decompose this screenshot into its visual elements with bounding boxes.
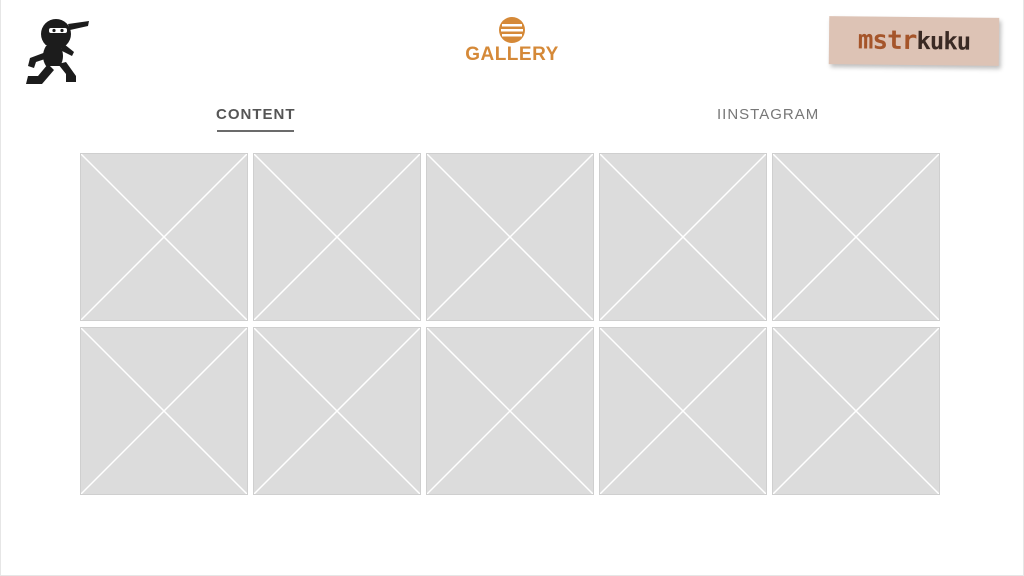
image-placeholder-icon: [600, 328, 766, 494]
gallery-logo[interactable]: GALLERY: [462, 16, 562, 68]
running-ninja-icon[interactable]: [16, 14, 92, 86]
gallery-tile[interactable]: [80, 153, 248, 321]
tab-content[interactable]: CONTENT: [216, 106, 296, 136]
image-placeholder-icon: [427, 154, 593, 320]
gallery-tile[interactable]: [426, 327, 594, 495]
striped-circle-icon: [499, 17, 525, 43]
tab-content-label: CONTENT: [216, 106, 296, 123]
gallery-tile[interactable]: [426, 153, 594, 321]
brand-logo[interactable]: mstr kuku: [828, 16, 1000, 66]
gallery-tile[interactable]: [253, 327, 421, 495]
image-placeholder-icon: [254, 154, 420, 320]
gallery-tile[interactable]: [80, 327, 248, 495]
tab-instagram[interactable]: IINSTAGRAM: [717, 106, 827, 136]
brand-text-part1: mstr: [857, 25, 917, 57]
brand-text-part2: kuku: [916, 27, 971, 56]
image-placeholder-icon: [427, 328, 593, 494]
gallery-tile[interactable]: [253, 153, 421, 321]
image-placeholder-icon: [81, 154, 247, 320]
image-placeholder-icon: [773, 154, 939, 320]
active-tab-indicator: [217, 130, 294, 132]
tab-instagram-label: IINSTAGRAM: [717, 106, 820, 123]
gallery-tile[interactable]: [772, 327, 940, 495]
gallery-title: GALLERY: [465, 44, 559, 65]
image-placeholder-icon: [254, 328, 420, 494]
image-placeholder-icon: [773, 328, 939, 494]
gallery-grid: [80, 153, 944, 496]
gallery-tile[interactable]: [772, 153, 940, 321]
gallery-tile[interactable]: [599, 327, 767, 495]
gallery-tile[interactable]: [599, 153, 767, 321]
image-placeholder-icon: [600, 154, 766, 320]
image-placeholder-icon: [81, 328, 247, 494]
